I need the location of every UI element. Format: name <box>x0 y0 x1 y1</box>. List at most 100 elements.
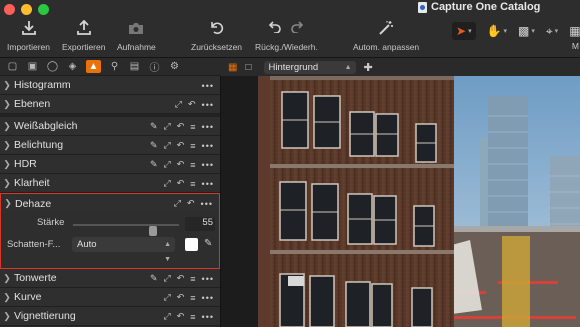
updown-arrows-icon: ▲▼ <box>164 241 171 263</box>
camera-icon <box>128 17 144 39</box>
panel-curve[interactable]: ❯ Kurve ⤢ ↶ ≡ ••• <box>0 288 220 307</box>
reset-arrow-icon[interactable]: ↶ <box>177 273 185 284</box>
details-tab-icon[interactable]: ⚲ <box>108 60 121 73</box>
more-options-icon[interactable]: ••• <box>202 293 214 303</box>
panel-white-balance[interactable]: ❯ Weißabgleich ✎ ⤢ ↶ ≡ ••• <box>0 117 220 136</box>
reset-arrow-icon[interactable]: ↶ <box>187 198 195 209</box>
amount-value-field[interactable]: 55 <box>185 217 215 231</box>
expand-icon[interactable]: ⤢ <box>164 178 171 189</box>
list-icon[interactable]: ≡ <box>190 141 195 151</box>
panel-exposure[interactable]: ❯ Belichtung ✎ ⤢ ↶ ≡ ••• <box>0 136 220 155</box>
more-options-icon[interactable]: ••• <box>202 274 214 284</box>
adjustments-tab-icon[interactable]: ▤ <box>128 60 141 73</box>
more-options-icon[interactable]: ••• <box>202 81 214 91</box>
magic-wand-icon <box>378 17 394 39</box>
keystone-tool[interactable]: ▦▾ <box>569 24 580 38</box>
reset-arrow-icon[interactable]: ↶ <box>177 311 185 322</box>
image-viewer[interactable] <box>258 76 580 327</box>
panel-title: Weißabgleich <box>14 120 78 132</box>
arrow-cursor-icon: ➤ <box>456 24 467 38</box>
browser-strip <box>220 58 258 327</box>
reset-button[interactable]: Zurücksetzen <box>191 17 242 52</box>
layer-select[interactable]: Hintergrund ▲▼ <box>263 60 356 84</box>
panel-title: Klarheit <box>14 177 50 189</box>
chevron-right-icon: ❯ <box>3 79 11 90</box>
dehaze-controls: Stärke 55 Schatten-F... Auto ▲ ▼ ✎ <box>1 213 219 268</box>
more-options-icon[interactable]: ••• <box>202 179 214 189</box>
settings-tab-icon[interactable]: ⚙ <box>168 60 181 73</box>
panel-levels[interactable]: ❯ Tonwerte ✎ ⤢ ↶ ≡ ••• <box>0 269 220 288</box>
maximize-window-button[interactable] <box>38 4 49 15</box>
shadow-mode-select[interactable]: Auto ▲ ▼ <box>72 237 175 263</box>
main-toolbar: Capture One Catalog Importieren Exportie… <box>0 0 580 58</box>
pan-tool[interactable]: ✋ ▾ <box>487 24 507 38</box>
expand-icon[interactable]: ⤢ <box>164 159 171 170</box>
amount-slider-thumb[interactable] <box>149 226 158 236</box>
library-tab-icon[interactable]: ▢ <box>6 60 19 73</box>
expand-icon[interactable]: ⤢ <box>175 99 182 110</box>
redo-icon[interactable] <box>291 20 304 37</box>
list-icon[interactable]: ≡ <box>190 312 195 322</box>
reset-arrow-icon[interactable]: ↶ <box>177 121 185 132</box>
expand-icon[interactable]: ⤢ <box>164 292 171 303</box>
more-options-icon[interactable]: ••• <box>202 141 214 151</box>
more-options-icon[interactable]: ••• <box>201 199 213 209</box>
panel-histogram[interactable]: ❯ Histogramm ••• <box>0 76 220 95</box>
reset-arrow-icon[interactable]: ↶ <box>177 159 185 170</box>
auto-adjust-button[interactable]: Autom. anpassen <box>353 17 419 52</box>
more-options-icon[interactable]: ••• <box>202 312 214 322</box>
picker-icon[interactable]: ✎ <box>150 140 158 151</box>
panel-dehaze-header[interactable]: ❯ Dehaze ⤢ ↶ ••• <box>1 194 219 213</box>
list-icon[interactable]: ≡ <box>190 160 195 170</box>
lens-tab-icon[interactable]: ◯ <box>46 60 59 73</box>
reset-arrow-icon[interactable]: ↶ <box>177 292 185 303</box>
reset-arrow-icon[interactable]: ↶ <box>177 178 185 189</box>
expand-icon[interactable]: ⤢ <box>174 198 181 209</box>
import-button[interactable]: Importieren <box>7 17 50 52</box>
eyedropper-icon[interactable]: ✎ <box>204 238 212 249</box>
window-title-text: Capture One Catalog <box>431 1 541 13</box>
download-tray-icon <box>21 17 37 39</box>
expand-icon[interactable]: ⤢ <box>164 311 171 322</box>
view-tool[interactable]: ▩ ▾ <box>518 24 535 38</box>
panel-layers[interactable]: ❯ Ebenen ⤢ ↶ ••• <box>0 95 220 114</box>
list-icon[interactable]: ≡ <box>190 274 195 284</box>
exposure-tab-icon[interactable]: ▲ <box>86 60 101 73</box>
amount-slider-track[interactable] <box>73 224 179 236</box>
expand-icon[interactable]: ⤢ <box>164 121 171 132</box>
shadow-color-swatch[interactable] <box>185 238 198 251</box>
chevron-right-icon: ❯ <box>3 310 11 321</box>
panel-vignetting[interactable]: ❯ Vignettierung ⤢ ↶ ≡ ••• <box>0 307 220 326</box>
more-options-icon[interactable]: ••• <box>202 122 214 132</box>
export-button[interactable]: Exportieren <box>62 17 105 52</box>
expand-icon[interactable]: ⤢ <box>164 140 171 151</box>
reset-arrow-icon[interactable]: ↶ <box>177 140 185 151</box>
capture-button[interactable]: Aufnahme <box>117 17 156 52</box>
list-icon[interactable]: ≡ <box>190 179 195 189</box>
multi-view-icon[interactable]: ▦ <box>228 62 237 73</box>
picker-icon[interactable]: ✎ <box>150 159 158 170</box>
chevron-right-icon: ❯ <box>3 177 11 188</box>
window-title: Capture One Catalog <box>418 1 540 13</box>
undo-icon[interactable] <box>269 20 282 37</box>
expand-icon[interactable]: ⤢ <box>164 273 171 284</box>
more-options-icon[interactable]: ••• <box>202 160 214 170</box>
list-icon[interactable]: ≡ <box>190 122 195 132</box>
panel-hdr[interactable]: ❯ HDR ✎ ⤢ ↶ ≡ ••• <box>0 155 220 174</box>
select-cursor-tool[interactable]: ➤ ▾ <box>452 22 476 40</box>
metadata-tab-icon[interactable]: ⓘ <box>148 60 161 74</box>
list-icon[interactable]: ≡ <box>190 293 195 303</box>
panel-clarity[interactable]: ❯ Klarheit ⤢ ↶ ≡ ••• <box>0 174 220 193</box>
capture-tab-icon[interactable]: ▣ <box>26 60 39 73</box>
chevron-down-icon: ▾ <box>554 28 559 35</box>
close-window-button[interactable] <box>4 4 15 15</box>
add-layer-icon[interactable]: ✚ <box>364 61 373 74</box>
color-tab-icon[interactable]: ◈ <box>66 60 79 73</box>
picker-icon[interactable]: ✎ <box>150 121 158 132</box>
minimize-window-button[interactable] <box>21 4 32 15</box>
more-options-icon[interactable]: ••• <box>202 100 214 110</box>
picker-icon[interactable]: ✎ <box>150 273 158 284</box>
reset-arrow-icon[interactable]: ↶ <box>188 99 196 110</box>
crop-tool[interactable]: ⌖ ▾ <box>546 24 558 39</box>
single-view-icon[interactable]: □ <box>245 62 251 73</box>
